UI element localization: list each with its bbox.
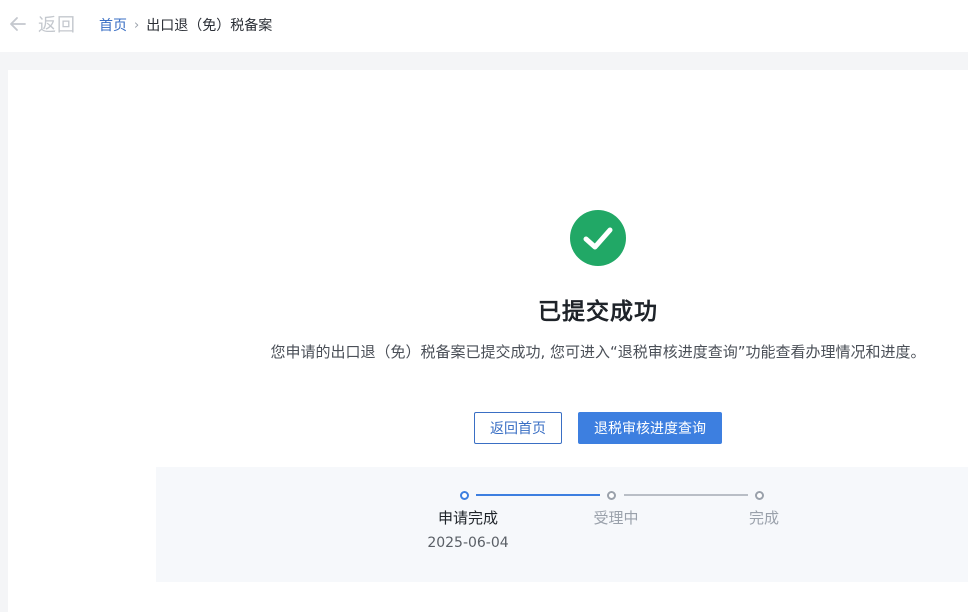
step-label-2: 受理中 [593, 509, 639, 527]
breadcrumb-current: 出口退（免）税备案 [146, 18, 273, 34]
back-button[interactable]: 返回 [8, 11, 76, 37]
breadcrumb-separator: › [134, 17, 140, 33]
step-dot-2 [607, 491, 616, 500]
progress-steps-panel [156, 467, 968, 582]
step-connector-2 [624, 494, 748, 496]
success-description: 您申请的出口退（免）税备案已提交成功, 您可进入“退税审核进度查询”功能查看办理… [270, 343, 926, 361]
return-home-button[interactable]: 返回首页 [474, 412, 562, 444]
step-label-3: 完成 [748, 509, 779, 527]
refund-progress-query-button[interactable]: 退税审核进度查询 [578, 412, 722, 444]
step-connector-1 [476, 494, 600, 496]
breadcrumb-home-link[interactable]: 首页 [99, 15, 127, 35]
step-date-1: 2025-06-04 [427, 535, 509, 551]
back-label: 返回 [38, 15, 76, 36]
check-circle-icon [570, 210, 626, 266]
success-title: 已提交成功 [538, 299, 658, 325]
step-label-1: 申请完成 [437, 509, 498, 527]
step-dot-3 [755, 491, 764, 500]
step-dot-1 [460, 491, 469, 500]
top-bar: 返回 首页 › 出口退（免）税备案 [0, 0, 968, 52]
arrow-left-icon [10, 17, 26, 31]
breadcrumb: 首页 › 出口退（免）税备案 [99, 15, 272, 35]
